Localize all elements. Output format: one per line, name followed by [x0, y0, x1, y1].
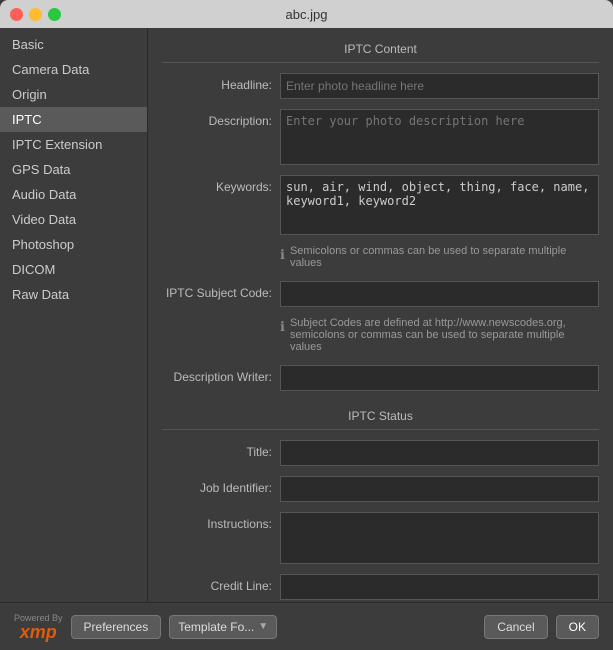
- description-writer-control: [280, 365, 599, 391]
- close-button[interactable]: [10, 8, 23, 21]
- sidebar-item-audio-data[interactable]: Audio Data: [0, 182, 147, 207]
- footer: Powered By xmp Preferences Template Fo..…: [0, 602, 613, 650]
- right-panel: IPTC Content Headline: Description: Keyw…: [148, 28, 613, 602]
- subject-code-hint-icon: ℹ: [280, 319, 285, 335]
- window-controls[interactable]: [10, 8, 61, 21]
- title-row: Title:: [162, 440, 599, 466]
- subject-code-hint-text: Subject Codes are defined at http://www.…: [290, 317, 599, 353]
- iptc-status-header: IPTC Status: [162, 405, 599, 430]
- subject-code-row: IPTC Subject Code:: [162, 281, 599, 307]
- title-input[interactable]: [280, 440, 599, 466]
- cancel-button[interactable]: Cancel: [484, 615, 547, 639]
- headline-row: Headline:: [162, 73, 599, 99]
- title-control: [280, 440, 599, 466]
- sidebar-item-iptc-extension[interactable]: IPTC Extension: [0, 132, 147, 157]
- subject-code-control: [280, 281, 599, 307]
- job-identifier-input[interactable]: [280, 476, 599, 502]
- keywords-hint-text: Semicolons or commas can be used to sepa…: [290, 245, 599, 269]
- subject-code-input[interactable]: [280, 281, 599, 307]
- headline-label: Headline:: [162, 73, 272, 92]
- keywords-control: sun, air, wind, object, thing, face, nam…: [280, 175, 599, 235]
- credit-line-label: Credit Line:: [162, 574, 272, 593]
- credit-line-control: [280, 574, 599, 600]
- sidebar-item-photoshop[interactable]: Photoshop: [0, 232, 147, 257]
- description-label: Description:: [162, 109, 272, 128]
- subject-code-hint-row: ℹ Subject Codes are defined at http://ww…: [162, 317, 599, 353]
- sidebar-item-raw-data[interactable]: Raw Data: [0, 282, 147, 307]
- title-label: Title:: [162, 440, 272, 459]
- sidebar-item-camera-data[interactable]: Camera Data: [0, 57, 147, 82]
- xmp-logo: xmp: [20, 623, 57, 641]
- description-control: [280, 109, 599, 165]
- headline-control: [280, 73, 599, 99]
- sidebar-item-dicom[interactable]: DICOM: [0, 257, 147, 282]
- job-identifier-label: Job Identifier:: [162, 476, 272, 495]
- job-identifier-row: Job Identifier:: [162, 476, 599, 502]
- ok-button[interactable]: OK: [556, 615, 599, 639]
- maximize-button[interactable]: [48, 8, 61, 21]
- job-identifier-control: [280, 476, 599, 502]
- subject-code-label: IPTC Subject Code:: [162, 281, 272, 300]
- sidebar-item-gps-data[interactable]: GPS Data: [0, 157, 147, 182]
- main-content: Basic Camera Data Origin IPTC IPTC Exten…: [0, 28, 613, 602]
- keywords-label: Keywords:: [162, 175, 272, 194]
- description-row: Description:: [162, 109, 599, 165]
- sidebar-item-basic[interactable]: Basic: [0, 32, 147, 57]
- title-bar: abc.jpg: [0, 0, 613, 28]
- credit-line-input[interactable]: [280, 574, 599, 600]
- minimize-button[interactable]: [29, 8, 42, 21]
- iptc-content-header: IPTC Content: [162, 38, 599, 63]
- credit-line-row: Credit Line:: [162, 574, 599, 600]
- template-label: Template Fo...: [178, 620, 254, 634]
- sidebar-item-origin[interactable]: Origin: [0, 82, 147, 107]
- headline-input[interactable]: [280, 73, 599, 99]
- window-title: abc.jpg: [286, 7, 328, 22]
- keywords-hint-icon: ℹ: [280, 247, 285, 263]
- sidebar: Basic Camera Data Origin IPTC IPTC Exten…: [0, 28, 148, 602]
- description-writer-row: Description Writer:: [162, 365, 599, 391]
- keywords-input[interactable]: sun, air, wind, object, thing, face, nam…: [280, 175, 599, 235]
- instructions-row: Instructions:: [162, 512, 599, 564]
- description-writer-input[interactable]: [280, 365, 599, 391]
- instructions-label: Instructions:: [162, 512, 272, 531]
- keywords-row: Keywords: sun, air, wind, object, thing,…: [162, 175, 599, 235]
- sidebar-item-video-data[interactable]: Video Data: [0, 207, 147, 232]
- description-input[interactable]: [280, 109, 599, 165]
- description-writer-label: Description Writer:: [162, 365, 272, 384]
- instructions-control: [280, 512, 599, 564]
- instructions-input[interactable]: [280, 512, 599, 564]
- powered-by-label: Powered By: [14, 613, 63, 623]
- footer-branding: Powered By xmp: [14, 613, 63, 641]
- keywords-hint-row: ℹ Semicolons or commas can be used to se…: [162, 245, 599, 269]
- preferences-button[interactable]: Preferences: [71, 615, 162, 639]
- template-dropdown[interactable]: Template Fo... ▼: [169, 615, 277, 639]
- sidebar-item-iptc[interactable]: IPTC: [0, 107, 147, 132]
- chevron-down-icon: ▼: [258, 621, 268, 632]
